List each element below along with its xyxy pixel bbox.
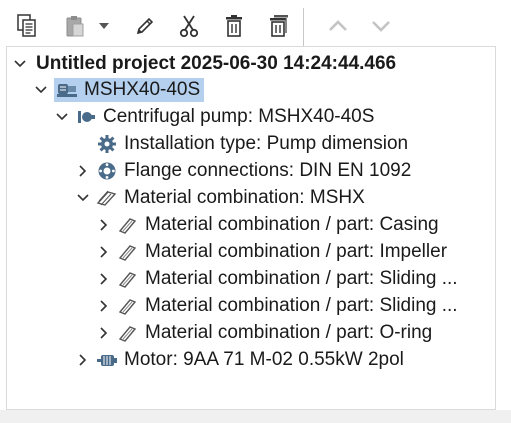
pencil-icon — [136, 17, 154, 35]
paste-button[interactable] — [60, 6, 90, 46]
material-stack-icon — [96, 188, 118, 208]
expand-chevron-icon[interactable] — [97, 326, 111, 340]
copy-button[interactable] — [12, 6, 42, 46]
part-label: Material combination / part: O-ring — [145, 323, 433, 343]
material-label: Material combination: MSHX — [124, 188, 365, 208]
tree-node-installation[interactable]: Installation type: Pump dimension — [7, 131, 495, 157]
tree-node-part[interactable]: Material combination / part: Casing — [7, 212, 495, 238]
move-up-button[interactable] — [323, 6, 353, 46]
toolbar-separator — [303, 8, 304, 46]
collapse-chevron-icon[interactable] — [55, 110, 69, 124]
expand-chevron-icon[interactable] — [97, 218, 111, 232]
edit-button[interactable] — [130, 6, 160, 46]
expand-chevron-icon[interactable] — [76, 353, 90, 367]
pump-unit-icon — [54, 78, 80, 102]
chevron-up-icon — [329, 20, 347, 31]
project-label: Untitled project 2025-06-30 14:24:44.466 — [36, 54, 397, 74]
tree-node-motor[interactable]: Motor: 9AA 71 M-02 0.55kW 2pol — [7, 347, 495, 373]
tree-node-flange[interactable]: Flange connections: DIN EN 1092 — [7, 158, 495, 184]
expand-chevron-icon[interactable] — [97, 245, 111, 259]
window-bottom-edge — [0, 410, 511, 423]
toolbar — [6, 6, 496, 46]
installation-label: Installation type: Pump dimension — [124, 134, 409, 154]
expand-chevron-icon[interactable] — [97, 299, 111, 313]
project-tree: Untitled project 2025-06-30 14:24:44.466… — [6, 46, 496, 410]
collapse-chevron-icon[interactable] — [76, 191, 90, 205]
item-label: MSHX40-40S — [80, 78, 205, 102]
flange-label: Flange connections: DIN EN 1092 — [124, 161, 412, 181]
collapse-chevron-icon[interactable] — [34, 83, 48, 97]
material-part-icon — [117, 296, 139, 316]
collapse-chevron-icon[interactable] — [13, 57, 27, 71]
tree-node-part[interactable]: Material combination / part: Impeller — [7, 239, 495, 265]
motor-label: Motor: 9AA 71 M-02 0.55kW 2pol — [124, 350, 404, 370]
scissors-icon — [179, 15, 199, 38]
tree-node-part[interactable]: Material combination / part: Sliding ... — [7, 266, 495, 292]
part-label: Material combination / part: Casing — [145, 215, 439, 235]
material-part-icon — [117, 215, 139, 235]
material-part-icon — [117, 269, 139, 289]
cut-button[interactable] — [174, 6, 204, 46]
material-part-icon — [117, 323, 139, 343]
motor-icon — [96, 350, 118, 370]
part-label: Material combination / part: Sliding ... — [145, 296, 458, 316]
tree-node-part[interactable]: Material combination / part: Sliding ... — [7, 293, 495, 319]
expand-chevron-icon[interactable] — [76, 164, 90, 178]
part-label: Material combination / part: Sliding ... — [145, 269, 458, 289]
tree-node-part[interactable]: Material combination / part: O-ring — [7, 320, 495, 346]
tree-node-pump[interactable]: Centrifugal pump: MSHX40-40S — [7, 104, 495, 130]
centrifugal-pump-icon — [75, 107, 97, 127]
paste-dropdown-button[interactable] — [94, 6, 114, 46]
tree-node-item[interactable]: MSHX40-40S — [7, 77, 495, 103]
gear-icon — [96, 134, 118, 154]
pump-label: Centrifugal pump: MSHX40-40S — [103, 107, 375, 127]
delete-button[interactable] — [219, 6, 249, 46]
tree-node-project[interactable]: Untitled project 2025-06-30 14:24:44.466 — [7, 51, 495, 77]
paste-icon — [66, 16, 84, 37]
tree-node-material[interactable]: Material combination: MSHX — [7, 185, 495, 211]
move-down-button[interactable] — [366, 6, 396, 46]
trash-stack-icon — [270, 15, 288, 37]
chevron-down-icon — [372, 21, 390, 32]
trash-icon — [226, 15, 242, 37]
delete-all-button[interactable] — [264, 6, 294, 46]
flange-icon — [96, 161, 118, 181]
expand-chevron-icon[interactable] — [97, 272, 111, 286]
copy-icon — [17, 14, 36, 37]
part-label: Material combination / part: Impeller — [145, 242, 448, 262]
caret-down-icon — [99, 23, 109, 29]
material-part-icon — [117, 242, 139, 262]
